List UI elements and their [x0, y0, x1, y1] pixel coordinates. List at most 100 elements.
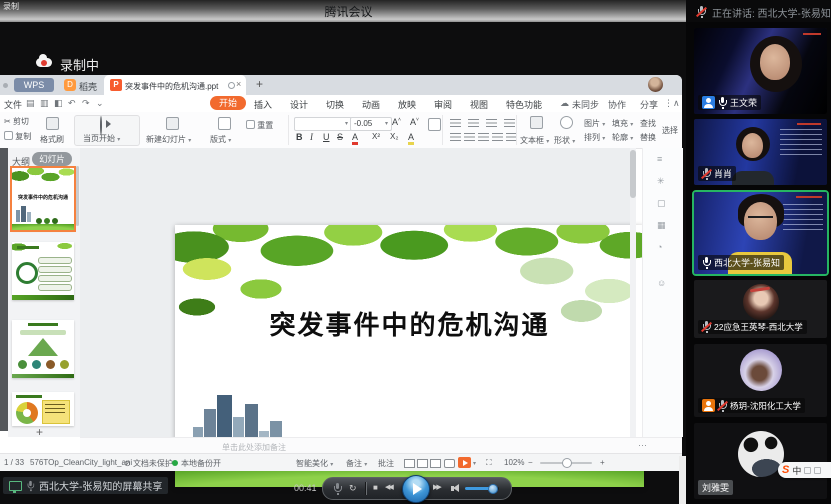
- align-right-icon[interactable]: [478, 133, 489, 141]
- textbox-button[interactable]: 文本框 ▾: [520, 135, 549, 146]
- increase-indent-icon[interactable]: [504, 119, 515, 127]
- document-tab[interactable]: P 突发事件中的危机沟通.ppt ×: [104, 75, 246, 95]
- align-left-icon[interactable]: [450, 133, 461, 141]
- tab-animation[interactable]: 动画: [362, 98, 380, 111]
- ime-tool-icon[interactable]: [814, 467, 821, 474]
- layout-button[interactable]: 版式 ▾: [210, 134, 231, 145]
- kebab-menu-icon[interactable]: ⋮: [664, 98, 673, 109]
- ime-tool-icon[interactable]: [804, 467, 811, 474]
- account-avatar[interactable]: [648, 77, 663, 92]
- select-button[interactable]: 选择: [662, 125, 678, 136]
- subscript-button[interactable]: X₂: [390, 132, 398, 141]
- highlight-button[interactable]: A: [408, 132, 414, 145]
- rail-animation-icon[interactable]: ▢: [657, 198, 666, 209]
- numbering-icon[interactable]: [468, 119, 479, 127]
- fill-button[interactable]: 填充 ▾: [612, 118, 633, 129]
- canvas-scrollbar-thumb[interactable]: [630, 150, 636, 198]
- normal-view-icon[interactable]: [404, 459, 415, 468]
- find-button[interactable]: 查找: [640, 118, 656, 129]
- slideshow-caret-icon[interactable]: ▾: [473, 460, 476, 467]
- add-slide-button[interactable]: +: [36, 425, 43, 439]
- font-name-select[interactable]: ▾: [294, 117, 352, 131]
- close-tab-icon[interactable]: ×: [236, 79, 241, 89]
- bullets-icon[interactable]: [450, 119, 461, 127]
- pin-icon[interactable]: [228, 82, 235, 89]
- participant-tile[interactable]: 杨玥-沈阳化工大学: [694, 344, 827, 417]
- zoom-in-icon[interactable]: +: [600, 458, 605, 467]
- layout-icon[interactable]: [218, 117, 231, 130]
- textbox-icon[interactable]: [530, 116, 543, 129]
- smart-beautify-button[interactable]: 智能美化 ▾: [296, 458, 333, 469]
- increase-font-icon[interactable]: A˄: [392, 117, 401, 127]
- font-size-select[interactable]: -0.05▾: [350, 117, 392, 131]
- replace-button[interactable]: 替换: [640, 132, 656, 143]
- save-icon[interactable]: ▤: [26, 98, 35, 109]
- undo-icon[interactable]: ↶: [68, 98, 76, 109]
- rail-feedback-icon[interactable]: ☺: [657, 278, 666, 288]
- sync-status[interactable]: 未同步: [572, 98, 599, 111]
- notes-toggle-button[interactable]: 备注 ▾: [346, 458, 367, 469]
- more-actions-icon[interactable]: ⌄: [96, 98, 104, 109]
- slide-thumbnail-2[interactable]: [12, 242, 74, 300]
- participant-tile[interactable]: 王文荣: [694, 28, 827, 114]
- tab-special-features[interactable]: 特色功能: [506, 98, 542, 111]
- participant-tile[interactable]: 22应急王英琴-西北大学: [694, 280, 827, 338]
- arrange-button[interactable]: 排列 ▾: [584, 132, 605, 143]
- tab-design[interactable]: 设计: [290, 98, 308, 111]
- panel-scrollbar[interactable]: [76, 166, 79, 226]
- panel-tab-slides[interactable]: 幻灯片: [32, 152, 72, 166]
- collapse-ribbon-icon[interactable]: ∧: [673, 98, 680, 109]
- export-icon[interactable]: ◧: [54, 98, 63, 109]
- slide-thumbnail-3[interactable]: [12, 320, 74, 378]
- fast-forward-button[interactable]: ▶▶: [433, 483, 440, 491]
- bold-button[interactable]: B: [296, 132, 303, 142]
- player-mic-icon[interactable]: [333, 483, 342, 495]
- clear-format-icon[interactable]: [428, 118, 441, 131]
- print-icon[interactable]: ▥: [40, 98, 49, 109]
- tab-view[interactable]: 视图: [470, 98, 488, 111]
- tab-insert[interactable]: 插入: [254, 98, 272, 111]
- handout-icon[interactable]: [444, 459, 455, 468]
- shapes-button[interactable]: 形状 ▾: [554, 135, 575, 146]
- tab-home[interactable]: 开始: [210, 96, 246, 110]
- rewind-button[interactable]: ◀◀: [385, 483, 392, 491]
- outline-button[interactable]: 轮廓 ▾: [612, 132, 633, 143]
- slide-thumbnail-4[interactable]: [12, 392, 74, 426]
- picture-button[interactable]: 图片 ▾: [584, 118, 605, 129]
- titlebar[interactable]: 录制 腾讯会议: [0, 0, 697, 22]
- rail-media-icon[interactable]: ▦: [657, 220, 666, 231]
- align-center-icon[interactable]: [464, 133, 475, 141]
- participant-tile[interactable]: 肖肖: [694, 119, 827, 185]
- protection-status[interactable]: ⊘ 文档未保护: [124, 458, 173, 469]
- strikethrough-button[interactable]: S: [337, 132, 343, 142]
- decrease-font-icon[interactable]: A˅: [410, 117, 419, 127]
- collaborate-button[interactable]: 协作: [608, 98, 626, 111]
- participant-tile[interactable]: 刘雅雯: [694, 423, 827, 499]
- stop-button[interactable]: ■: [373, 483, 378, 492]
- panel-tab-outline[interactable]: 大纲: [12, 155, 30, 168]
- tab-review[interactable]: 审阅: [434, 98, 452, 111]
- ime-mode-chinese[interactable]: 中: [792, 464, 801, 477]
- tab-slideshow[interactable]: 放映: [398, 98, 416, 111]
- underline-button[interactable]: U: [323, 132, 330, 142]
- share-button[interactable]: 分享: [640, 98, 658, 111]
- volume-handle[interactable]: [488, 484, 498, 494]
- speaker-icon[interactable]: [451, 484, 461, 493]
- rail-properties-icon[interactable]: ≡: [657, 154, 662, 164]
- new-slide-button[interactable]: 新建幻灯片 ▾: [146, 134, 191, 145]
- wps-home-button[interactable]: WPS: [14, 78, 54, 92]
- rail-beautify-icon[interactable]: ✳: [657, 176, 665, 187]
- reading-view-icon[interactable]: [430, 459, 441, 468]
- reset-button[interactable]: 重置: [246, 120, 273, 131]
- notes-more-icon[interactable]: ···: [638, 440, 647, 450]
- new-tab-button[interactable]: +: [256, 77, 263, 91]
- superscript-button[interactable]: X²: [372, 132, 380, 141]
- fullscreen-icon[interactable]: ⛶: [486, 458, 492, 468]
- copy-button[interactable]: 复制: [4, 131, 31, 142]
- backup-status[interactable]: 本地备份开: [181, 458, 221, 469]
- italic-button[interactable]: I: [310, 132, 313, 142]
- new-slide-icon[interactable]: [166, 117, 179, 130]
- template-name[interactable]: 576TOp_CleanCity_light_ani: [30, 458, 132, 467]
- rail-history-icon[interactable]: ◔: [657, 242, 662, 252]
- slideshow-play-button[interactable]: [458, 457, 471, 468]
